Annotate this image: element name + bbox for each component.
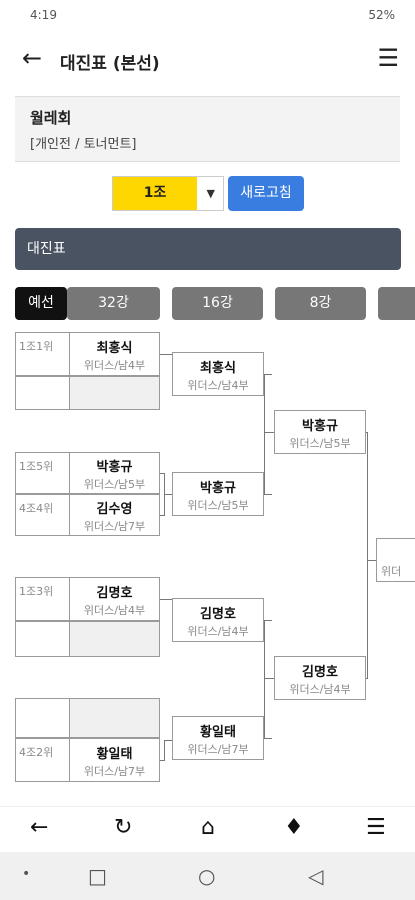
- player-team: 위더스/남5부: [83, 478, 146, 491]
- status-bar: 4:19 52%: [0, 0, 415, 30]
- tab-round8[interactable]: 8강: [275, 287, 366, 320]
- refresh-button[interactable]: 새로고침: [228, 176, 304, 211]
- slot-rank-cell: 1조5위: [15, 452, 69, 494]
- player-slot[interactable]: 박홍규 위더스/남5부: [172, 472, 264, 516]
- section-header: 대진표: [15, 228, 401, 270]
- slot-rank-cell: [15, 698, 69, 738]
- slot-rank: 4조2위: [19, 746, 54, 759]
- slot-rank: 1조1위: [19, 340, 54, 353]
- bracket-connector: [264, 620, 265, 739]
- player-name: 박홍규: [200, 481, 236, 496]
- bracket-connector: [164, 740, 172, 741]
- back-arrow-icon[interactable]: ←: [30, 815, 48, 841]
- tab-round16[interactable]: 16강: [172, 287, 263, 320]
- tournament-bracket: 1조1위 최홍식 위더스/남4부 1조5위 박홍규 위더스/남5부 4조4위 김…: [0, 322, 415, 802]
- bracket-connector: [264, 432, 274, 433]
- back-triangle-icon[interactable]: ◁: [308, 864, 323, 888]
- slot-rank: 1조3위: [19, 585, 54, 598]
- recents-square-icon[interactable]: □: [88, 864, 107, 888]
- hamburger-menu-icon[interactable]: ☰: [377, 46, 399, 70]
- tab-next[interactable]: [378, 287, 415, 320]
- player-slot[interactable]: 황일태 위더스/남7부: [69, 738, 160, 782]
- bracket-connector: [264, 494, 272, 495]
- player-name: 최홍식: [200, 361, 236, 376]
- player-name: 황일태: [96, 747, 133, 762]
- player-team: 위더스/남4부: [83, 604, 146, 617]
- bracket-connector: [164, 494, 172, 495]
- player-team: 위더스/남4부: [187, 625, 249, 638]
- home-icon[interactable]: ⌂: [201, 815, 215, 841]
- slot-rank-cell: 4조2위: [15, 738, 69, 782]
- group-select-value: 1조: [113, 177, 197, 210]
- bracket-connector: [264, 738, 272, 739]
- player-slot[interactable]: 박홍규 위더스/남5부: [274, 410, 366, 454]
- player-name: 김명호: [200, 607, 236, 622]
- group-select[interactable]: 1조 ▼: [112, 176, 224, 211]
- bracket-connector: [366, 678, 368, 679]
- status-battery: 52%: [368, 8, 395, 22]
- bracket-connector: [164, 740, 165, 761]
- player-slot-empty: [69, 621, 160, 657]
- player-name: 김명호: [96, 586, 133, 601]
- bracket-connector: [160, 599, 172, 600]
- player-slot[interactable]: 황일태 위더스/남7부: [172, 716, 264, 760]
- slot-rank-cell: 1조3위: [15, 577, 69, 621]
- player-slot[interactable]: 김수영 위더스/남7부: [69, 494, 160, 536]
- player-slot[interactable]: 최홍식 위더스/남4부: [172, 352, 264, 396]
- back-arrow-icon[interactable]: ←: [22, 46, 42, 70]
- player-name: 김수영: [96, 502, 133, 517]
- player-team: 위더스/남4부: [83, 359, 146, 372]
- slot-rank-cell: [15, 376, 69, 410]
- slot-rank-cell: [15, 621, 69, 657]
- bottom-nav: ← ↻ ⌂ ♦ ☰: [0, 806, 415, 851]
- player-slot[interactable]: 김명호 위더스/남4부: [69, 577, 160, 621]
- player-name: 박홍규: [96, 460, 133, 475]
- bell-icon[interactable]: ♦: [284, 815, 304, 841]
- event-info-card: 월레회 [개인전 / 토너먼트]: [15, 96, 400, 162]
- slot-rank-cell: 4조4위: [15, 494, 69, 536]
- player-name: 김명호: [302, 665, 338, 680]
- player-slot[interactable]: 김명호 위더스/남4부: [274, 656, 366, 700]
- slot-rank-cell: 1조1위: [15, 332, 69, 376]
- player-team: 위더: [381, 565, 402, 578]
- player-name: 황일태: [200, 725, 236, 740]
- system-nav-bar: • □ ○ ◁: [0, 852, 415, 900]
- bracket-connector: [264, 678, 274, 679]
- player-slot[interactable]: 김명호 위더스/남4부: [172, 598, 264, 642]
- player-team: 위더스/남4부: [289, 683, 351, 696]
- home-circle-icon[interactable]: ○: [198, 864, 215, 888]
- bracket-connector: [264, 620, 272, 621]
- player-slot[interactable]: 위더: [376, 538, 415, 582]
- sync-icon[interactable]: ↻: [114, 815, 132, 841]
- status-time: 4:19: [30, 8, 57, 22]
- player-team: 위더스/남5부: [187, 499, 249, 512]
- chevron-down-icon: ▼: [206, 187, 215, 200]
- bracket-connector: [160, 354, 172, 355]
- player-slot[interactable]: 최홍식 위더스/남4부: [69, 332, 160, 376]
- slot-rank: 4조4위: [19, 502, 54, 515]
- player-team: 위더스/남5부: [289, 437, 351, 450]
- bracket-connector: [264, 374, 265, 495]
- event-type: [개인전 / 토너먼트]: [30, 137, 137, 152]
- slot-rank: 1조5위: [19, 460, 54, 473]
- player-slot-empty: [69, 376, 160, 410]
- app-bar: ← 대진표 (본선) ☰: [0, 32, 415, 88]
- tab-round32[interactable]: 32강: [67, 287, 160, 320]
- hamburger-menu-icon[interactable]: ☰: [366, 815, 386, 841]
- tab-prelim[interactable]: 예선: [15, 287, 67, 320]
- player-slot-empty: [69, 698, 160, 738]
- bracket-connector: [367, 560, 376, 561]
- player-name: 최홍식: [96, 341, 133, 356]
- player-team: 위더스/남4부: [187, 379, 249, 392]
- dot-icon: •: [22, 866, 31, 882]
- event-name: 월레회: [30, 109, 72, 127]
- player-name: 박홍규: [302, 419, 338, 434]
- page-title: 대진표 (본선): [60, 54, 160, 74]
- bracket-connector: [367, 432, 368, 679]
- player-team: 위더스/남7부: [83, 765, 146, 778]
- player-team: 위더스/남7부: [187, 743, 249, 756]
- player-team: 위더스/남7부: [83, 520, 146, 533]
- player-slot[interactable]: 박홍규 위더스/남5부: [69, 452, 160, 494]
- bracket-connector: [264, 374, 272, 375]
